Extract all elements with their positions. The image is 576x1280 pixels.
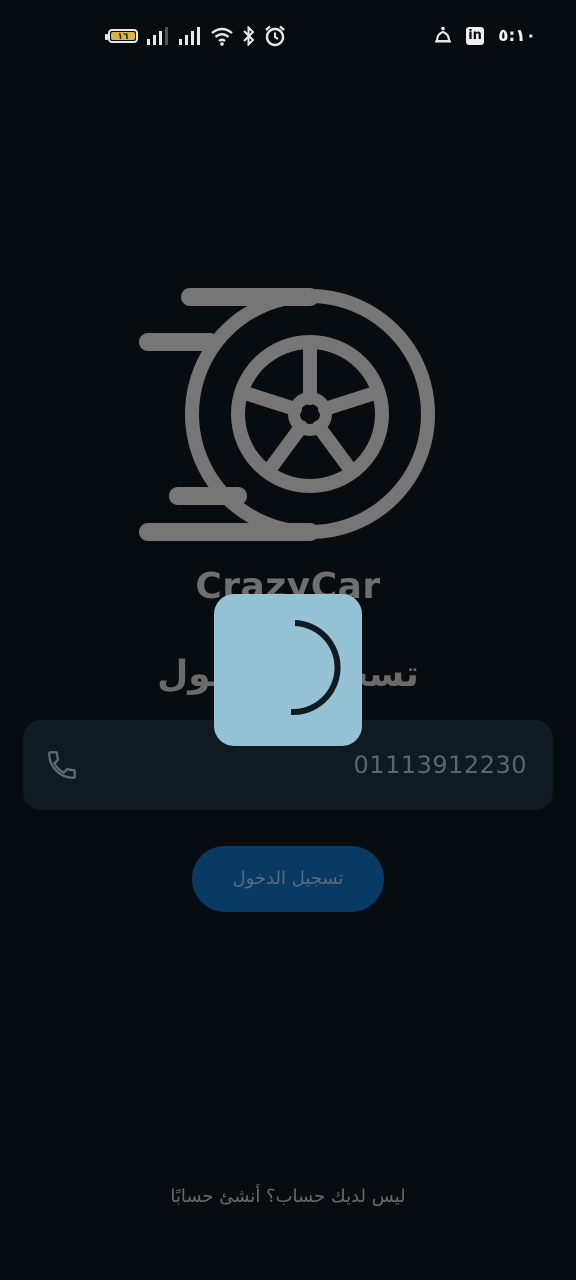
signal-icon <box>179 27 200 45</box>
linkedin-icon: in <box>466 27 485 45</box>
alarm-icon <box>265 25 285 47</box>
bluetooth-icon <box>243 26 255 46</box>
signal-icon <box>147 27 168 45</box>
loading-spinner-icon <box>290 620 341 716</box>
wifi-icon <box>211 27 233 46</box>
notification-bell-icon <box>435 26 452 43</box>
status-bar-right: in ٥:١٠ <box>434 24 536 48</box>
login-button[interactable]: تسجيل الدخول <box>192 846 384 912</box>
crazycar-logo-icon <box>139 288 435 541</box>
status-time: ٥:١٠ <box>498 26 536 46</box>
login-screen: ١٦ in ٥:١٠ CrazyCar 01113912230 تسجيل ال… <box>0 0 576 1280</box>
signup-link[interactable]: ليس لديك حساب؟ أنشئ حسابًا <box>0 1186 576 1207</box>
phone-icon <box>48 751 76 779</box>
loading-dialog <box>214 594 362 746</box>
battery-icon: ١٦ <box>105 29 138 43</box>
status-bar: ١٦ in ٥:١٠ <box>0 0 576 72</box>
battery-level: ١٦ <box>111 32 135 42</box>
status-bar-left: ١٦ <box>105 24 286 48</box>
phone-input-value[interactable]: 01113912230 <box>354 748 527 782</box>
